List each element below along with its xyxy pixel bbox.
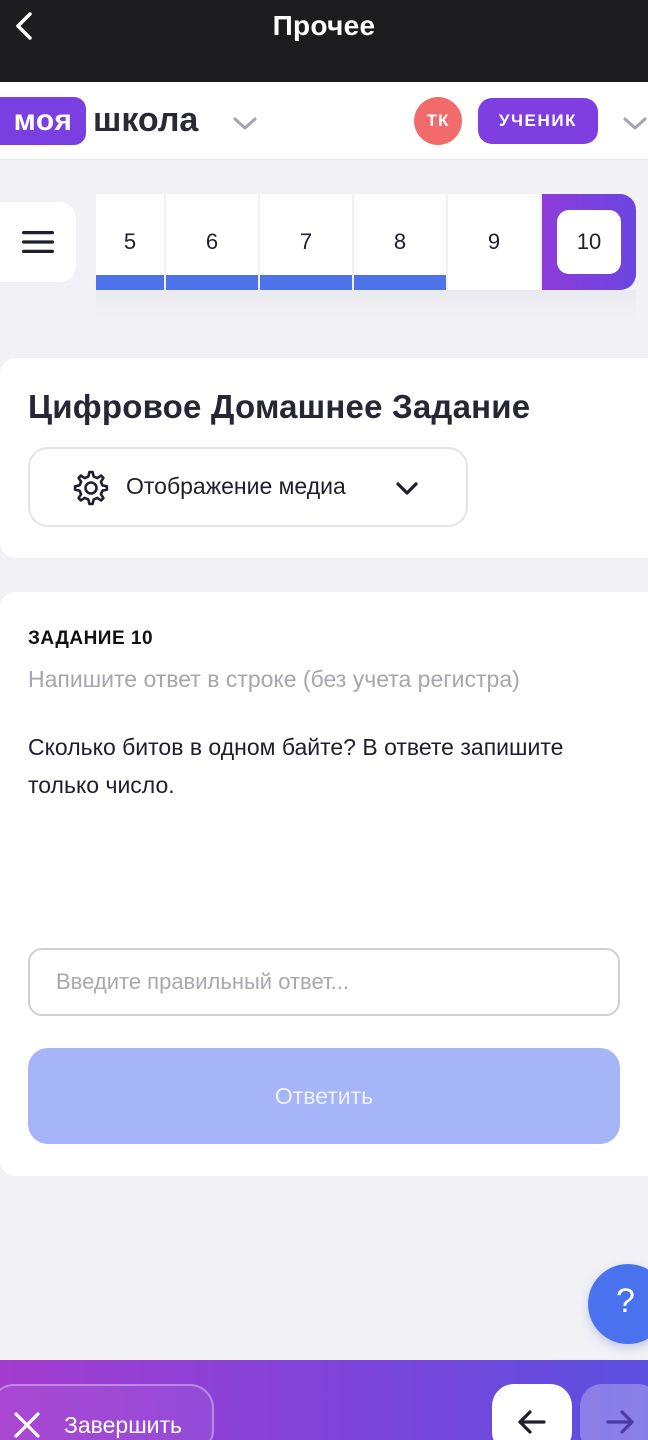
arrow-right-icon (606, 1410, 634, 1434)
media-display-dropdown[interactable]: Отображение медиа (28, 447, 468, 527)
task-tab-9[interactable]: 9 (448, 194, 542, 290)
task-tab-label: 10 (576, 229, 602, 254)
site-header: моя школа ТК УЧЕНИК (0, 82, 648, 160)
next-task-button[interactable] (580, 1384, 648, 1440)
task-tab-8[interactable]: 8 (354, 194, 448, 290)
task-done-indicator (354, 275, 446, 290)
homework-title-card: Цифровое Домашнее Задание Отображение ме… (0, 358, 648, 558)
answer-input[interactable] (28, 948, 620, 1016)
bottom-action-bar: Завершить (0, 1360, 648, 1440)
chevron-down-icon[interactable] (620, 108, 648, 138)
task-tab-active-box: 10 (557, 210, 621, 274)
task-tab-label: 5 (123, 229, 137, 254)
close-icon (14, 1412, 40, 1438)
task-tab-label: 9 (487, 229, 501, 254)
top-app-bar: Прочее (0, 0, 648, 82)
menu-button[interactable] (0, 202, 76, 282)
task-done-indicator (166, 275, 258, 290)
chevron-down-icon (396, 482, 418, 495)
logo-moya[interactable]: моя (0, 97, 86, 145)
task-card: ЗАДАНИЕ 10 Напишите ответ в строке (без … (0, 592, 648, 1176)
role-badge[interactable]: УЧЕНИК (478, 98, 598, 144)
finish-button-label: Завершить (64, 1412, 183, 1438)
task-strip: 5 6 7 8 9 10 (96, 194, 636, 290)
question-mark-icon: ? (616, 1282, 635, 1320)
task-tab-10[interactable]: 10 (542, 194, 636, 290)
task-done-indicator (96, 275, 164, 290)
task-strip-shadow (96, 290, 636, 320)
task-tab-label: 6 (205, 229, 219, 254)
task-tab-5[interactable]: 5 (96, 194, 166, 290)
hamburger-menu-icon (22, 231, 54, 253)
chevron-down-icon[interactable] (230, 108, 260, 138)
task-tab-label: 7 (299, 229, 313, 254)
task-tab-label: 8 (393, 229, 407, 254)
previous-task-button[interactable] (492, 1384, 572, 1440)
media-dropdown-label: Отображение медиа (126, 473, 346, 499)
task-question: Сколько битов в одном байте? В ответе за… (28, 734, 564, 798)
task-tab-6[interactable]: 6 (166, 194, 260, 290)
task-tab-7[interactable]: 7 (260, 194, 354, 290)
gear-icon (73, 470, 109, 506)
help-button[interactable]: ? (588, 1264, 648, 1344)
arrow-left-icon (518, 1410, 546, 1434)
task-number: ЗАДАНИЕ 10 (28, 628, 154, 649)
page-header-title: Прочее (272, 10, 376, 41)
logo-shkola[interactable]: школа (93, 98, 198, 142)
submit-answer-button[interactable]: Ответить (28, 1048, 620, 1144)
page-title: Цифровое Домашнее Задание (28, 388, 531, 425)
task-done-indicator (260, 275, 352, 290)
finish-button[interactable]: Завершить (0, 1384, 214, 1440)
task-instruction: Напишите ответ в строке (без учета регис… (28, 666, 520, 692)
user-avatar[interactable]: ТК (414, 97, 462, 145)
